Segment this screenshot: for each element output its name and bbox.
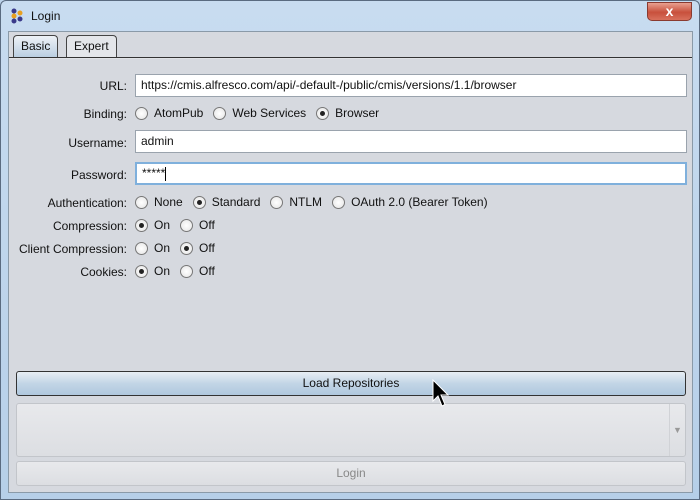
binding-webservices-radio[interactable]: Web Services (213, 106, 306, 120)
client-area: Basic Expert URL: https://cmis.alfresco.… (8, 31, 693, 493)
compression-off-radio[interactable]: Off (180, 218, 215, 232)
authentication-group: None Standard NTLM OAuth 2.0 (Bearer Tok… (135, 195, 498, 209)
tab-expert[interactable]: Expert (66, 35, 117, 58)
password-input[interactable]: ***** (135, 162, 687, 185)
load-repositories-button[interactable]: Load Repositories (16, 371, 686, 396)
cookies-label: Cookies: (80, 265, 127, 279)
tab-divider (9, 57, 692, 59)
login-button[interactable]: Login (16, 461, 686, 486)
auth-ntlm-radio[interactable]: NTLM (270, 195, 322, 209)
password-label: Password: (70, 168, 127, 182)
close-button[interactable]: x (647, 2, 692, 21)
mouse-cursor-icon (432, 379, 450, 407)
auth-standard-radio[interactable]: Standard (192, 195, 260, 209)
binding-group: AtomPub Web Services Browser (135, 106, 389, 120)
repository-dropdown[interactable]: ▼ (16, 403, 686, 457)
url-label: URL: (99, 79, 127, 93)
client-compression-group: On Off (135, 241, 225, 255)
cookies-off-radio[interactable]: Off (180, 264, 215, 278)
username-input[interactable]: admin (135, 130, 687, 153)
auth-none-radio[interactable]: None (135, 195, 183, 209)
username-label: Username: (68, 136, 127, 150)
window-title: Login (31, 9, 61, 23)
compression-on-radio[interactable]: On (135, 218, 170, 232)
tab-basic[interactable]: Basic (13, 35, 59, 58)
compression-group: On Off (135, 218, 225, 232)
binding-atompub-radio[interactable]: AtomPub (135, 106, 203, 120)
cookies-group: On Off (135, 264, 225, 278)
binding-browser-radio[interactable]: Browser (316, 106, 379, 120)
client-compression-off-radio[interactable]: Off (180, 241, 215, 255)
auth-oauth-radio[interactable]: OAuth 2.0 (Bearer Token) (332, 195, 488, 209)
compression-label: Compression: (52, 219, 127, 233)
url-input[interactable]: https://cmis.alfresco.com/api/-default-/… (135, 74, 687, 97)
login-window: Login x Basic Expert URL: https://cmis.a… (0, 0, 700, 500)
app-icon (11, 8, 23, 24)
chevron-down-icon[interactable]: ▼ (669, 404, 685, 456)
authentication-label: Authentication: (47, 196, 127, 210)
binding-label: Binding: (83, 107, 127, 121)
cookies-on-radio[interactable]: On (135, 264, 170, 278)
client-compression-label: Client Compression: (18, 242, 127, 256)
client-compression-on-radio[interactable]: On (135, 241, 170, 255)
